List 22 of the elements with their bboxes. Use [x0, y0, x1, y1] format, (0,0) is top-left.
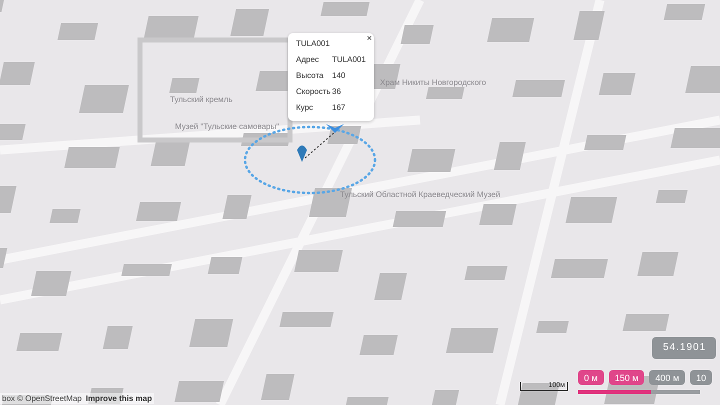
coordinate-readout: 54.1901: [652, 337, 716, 359]
map-label: Храм Никиты Новгородского: [380, 78, 486, 87]
popup-title: TULA001: [296, 39, 331, 48]
close-button[interactable]: ×: [366, 33, 372, 43]
map-label: Музей "Тульские самовары": [175, 122, 280, 131]
field-value: TULA001: [332, 55, 366, 64]
range-button[interactable]: 10: [690, 370, 712, 385]
field-value: 140: [332, 71, 346, 80]
map-label: Тульский кремль: [170, 95, 232, 104]
attribution-text: box © OpenStreetMap: [2, 394, 82, 403]
improve-map-link[interactable]: Improve this map: [86, 394, 152, 403]
field-value: 36: [332, 87, 341, 96]
map-label: Тульский Областной Краеведческий Музей: [340, 190, 500, 199]
range-button[interactable]: 150 м: [608, 370, 644, 385]
field-label: Адрес: [296, 55, 320, 64]
field-value: 167: [332, 103, 346, 112]
field-label: Курс: [296, 103, 314, 112]
field-label: Высота: [296, 71, 324, 80]
range-button[interactable]: 0 м: [578, 370, 604, 385]
range-track[interactable]: [578, 390, 700, 394]
range-button[interactable]: 400 м: [649, 370, 686, 385]
field-label: Скорость: [296, 87, 332, 96]
